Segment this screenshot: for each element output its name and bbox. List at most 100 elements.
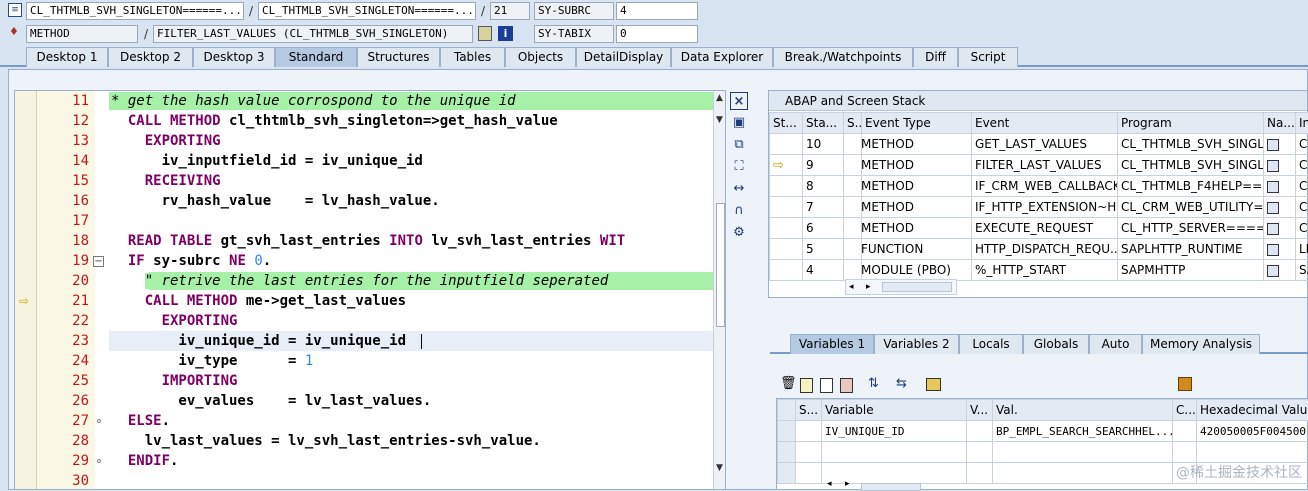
navigate-cell[interactable] [1264, 176, 1296, 197]
navigate-source-icon[interactable] [1267, 223, 1279, 235]
tab-diff[interactable]: Diff [913, 47, 958, 67]
col-header[interactable]: Event [972, 113, 1118, 134]
tab-script[interactable]: Script [958, 47, 1018, 67]
variable-name-cell[interactable] [822, 442, 967, 463]
code-line[interactable]: 29 ENDIF. [15, 451, 713, 471]
document-icon[interactable] [800, 378, 813, 393]
scroll-up-icon[interactable]: ▲ [716, 93, 723, 103]
navigate-source-icon[interactable] [1267, 202, 1279, 214]
code-line[interactable]: 26 ev_values = lv_last_values. [15, 391, 713, 411]
scroll-left-icon[interactable]: ◂ [849, 280, 854, 294]
col-header[interactable]: Hexadecimal Value [1197, 400, 1308, 421]
code-line[interactable]: 30 [15, 471, 713, 490]
tab-desktop-3[interactable]: Desktop 3 [193, 47, 275, 67]
table-row[interactable]: 10METHODGET_LAST_VALUESCL_THTMLB_SVH_SIN… [770, 134, 1308, 155]
row-selector[interactable] [778, 463, 796, 484]
info-icon[interactable]: i [498, 26, 513, 41]
document-icon[interactable] [820, 378, 833, 393]
table-row[interactable]: 6METHODEXECUTE_REQUESTCL_HTTP_SERVER====… [770, 218, 1308, 239]
row-selector-header[interactable] [778, 400, 796, 421]
scroll-right-icon[interactable]: ▸ [845, 479, 850, 489]
code-line[interactable]: 23 iv_unique_id = iv_unique_id [15, 331, 713, 351]
navigate-source-icon[interactable] [1267, 181, 1279, 193]
sysvar-value-field[interactable]: 4 [616, 2, 698, 20]
event-cell[interactable]: EXECUTE_REQUEST [972, 218, 1118, 239]
row-selector[interactable] [778, 421, 796, 442]
tab-desktop-2[interactable]: Desktop 2 [108, 47, 193, 67]
folder-icon[interactable] [926, 378, 941, 391]
code-line[interactable]: 15 RECEIVING [15, 171, 713, 191]
col-header[interactable]: Val. [993, 400, 1173, 421]
event-cell[interactable]: HTTP_DISPATCH_REQU... [972, 239, 1118, 260]
scroll-thumb[interactable] [716, 203, 725, 327]
collapse-block-icon[interactable]: − [93, 256, 104, 267]
code-line[interactable]: 20 " retrive the last entries for the in… [15, 271, 713, 291]
scroll-right-icon[interactable]: ▸ [866, 280, 871, 294]
table-row[interactable] [778, 442, 1308, 463]
tab-memory-analysis[interactable]: Memory Analysis [1142, 334, 1260, 354]
col-header[interactable]: S... [844, 113, 862, 134]
expand-icon[interactable]: ⇅ [868, 376, 879, 391]
variable-value-cell[interactable] [993, 463, 1173, 484]
close-icon[interactable]: × [730, 92, 748, 110]
class-field-2[interactable]: CL_THTMLB_SVH_SINGLETON======... [258, 2, 476, 20]
navigate-cell[interactable] [1264, 239, 1296, 260]
services-icon[interactable]: ∩ [730, 202, 748, 220]
scroll-left-icon[interactable]: ◂ [827, 479, 832, 489]
tab-locals[interactable]: Locals [959, 334, 1023, 354]
tab-structures[interactable]: Structures [357, 47, 440, 67]
col-header[interactable]: Event Type [862, 113, 972, 134]
event-cell[interactable]: FILTER_LAST_VALUES [972, 155, 1118, 176]
table-row[interactable]: 4MODULE (PBO)%_HTTP_STARTSAPMHTTPSA [770, 260, 1308, 281]
navigate-source-icon[interactable] [1267, 160, 1279, 172]
table-row[interactable]: IV_UNIQUE_ID BP_EMPL_SEARCH_SEARCHHEL...… [778, 421, 1308, 442]
tab-tables[interactable]: Tables [440, 47, 505, 67]
class-field[interactable]: CL_THTMLB_SVH_SINGLETON======... [26, 2, 244, 20]
navigate-cell[interactable] [1264, 218, 1296, 239]
editor-scrollbar[interactable]: ▲ ▼ ▼ [713, 91, 726, 490]
code-line[interactable]: 28 lv_last_values = lv_svh_last_entries-… [15, 431, 713, 451]
event-cell[interactable]: IF_HTTP_EXTENSION~H... [972, 197, 1118, 218]
event-cell[interactable]: GET_LAST_VALUES [972, 134, 1118, 155]
col-header[interactable]: Sta... [803, 113, 844, 134]
swap-tool-icon[interactable]: ⧉ [730, 136, 748, 154]
col-header[interactable]: C... [1173, 400, 1197, 421]
col-header[interactable]: S... [796, 400, 822, 421]
list-icon[interactable]: ≡ [8, 3, 22, 17]
col-header[interactable]: In [1296, 113, 1308, 134]
line-number-field[interactable]: 21 [490, 2, 530, 20]
tab-standard[interactable]: Standard [275, 47, 357, 67]
event-cell[interactable]: IF_CRM_WEB_CALLBACK... [972, 176, 1118, 197]
stack-hscroll[interactable]: ◂ ▸ [845, 279, 957, 295]
tab-variables-2[interactable]: Variables 2 [874, 334, 959, 354]
navigate-cell[interactable] [1264, 260, 1296, 281]
scroll-down-icon[interactable]: ▼ [716, 115, 723, 125]
code-line[interactable]: 25 IMPORTING [15, 371, 713, 391]
settings-icon[interactable]: ⚙ [730, 224, 748, 242]
navigate-cell[interactable] [1264, 197, 1296, 218]
navigate-source-icon[interactable] [1267, 244, 1279, 256]
navigate-source-icon[interactable] [1267, 139, 1279, 151]
code-line[interactable]: 24 iv_type = 1 [15, 351, 713, 371]
code-line[interactable]: 14 iv_inputfield_id = iv_unique_id [15, 151, 713, 171]
navigate-cell[interactable] [1264, 155, 1296, 176]
source-code-editor[interactable]: 11* get the hash value corrospond to the… [14, 90, 726, 490]
tab-auto[interactable]: Auto [1089, 334, 1142, 354]
col-header[interactable]: Program [1118, 113, 1264, 134]
maximize-icon[interactable]: ⛶ [730, 158, 748, 176]
navigate-source-icon[interactable] [1267, 265, 1279, 277]
tab-objects[interactable]: Objects [505, 47, 576, 67]
variable-value-cell[interactable]: BP_EMPL_SEARCH_SEARCHHEL... [993, 421, 1173, 442]
delete-icon[interactable]: 🗑 [780, 376, 797, 391]
code-line[interactable]: 21 CALL METHOD me->get_last_values [15, 291, 713, 311]
table-row[interactable]: 8METHODIF_CRM_WEB_CALLBACK...CL_THTMLB_F… [770, 176, 1308, 197]
table-row[interactable]: 5FUNCTIONHTTP_DISPATCH_REQU...SAPLHTTP_R… [770, 239, 1308, 260]
scroll-thumb[interactable] [882, 282, 952, 292]
col-header[interactable]: Variable [822, 400, 967, 421]
variable-value-cell[interactable] [993, 442, 1173, 463]
event-cell[interactable]: %_HTTP_START [972, 260, 1118, 281]
save-icon[interactable] [1178, 377, 1192, 391]
tab-detaildisplay[interactable]: DetailDisplay [576, 47, 671, 67]
method-name-field[interactable]: FILTER_LAST_VALUES (CL_THTMLB_SVH_SINGLE… [153, 25, 473, 43]
col-header[interactable]: Na... [1264, 113, 1296, 134]
